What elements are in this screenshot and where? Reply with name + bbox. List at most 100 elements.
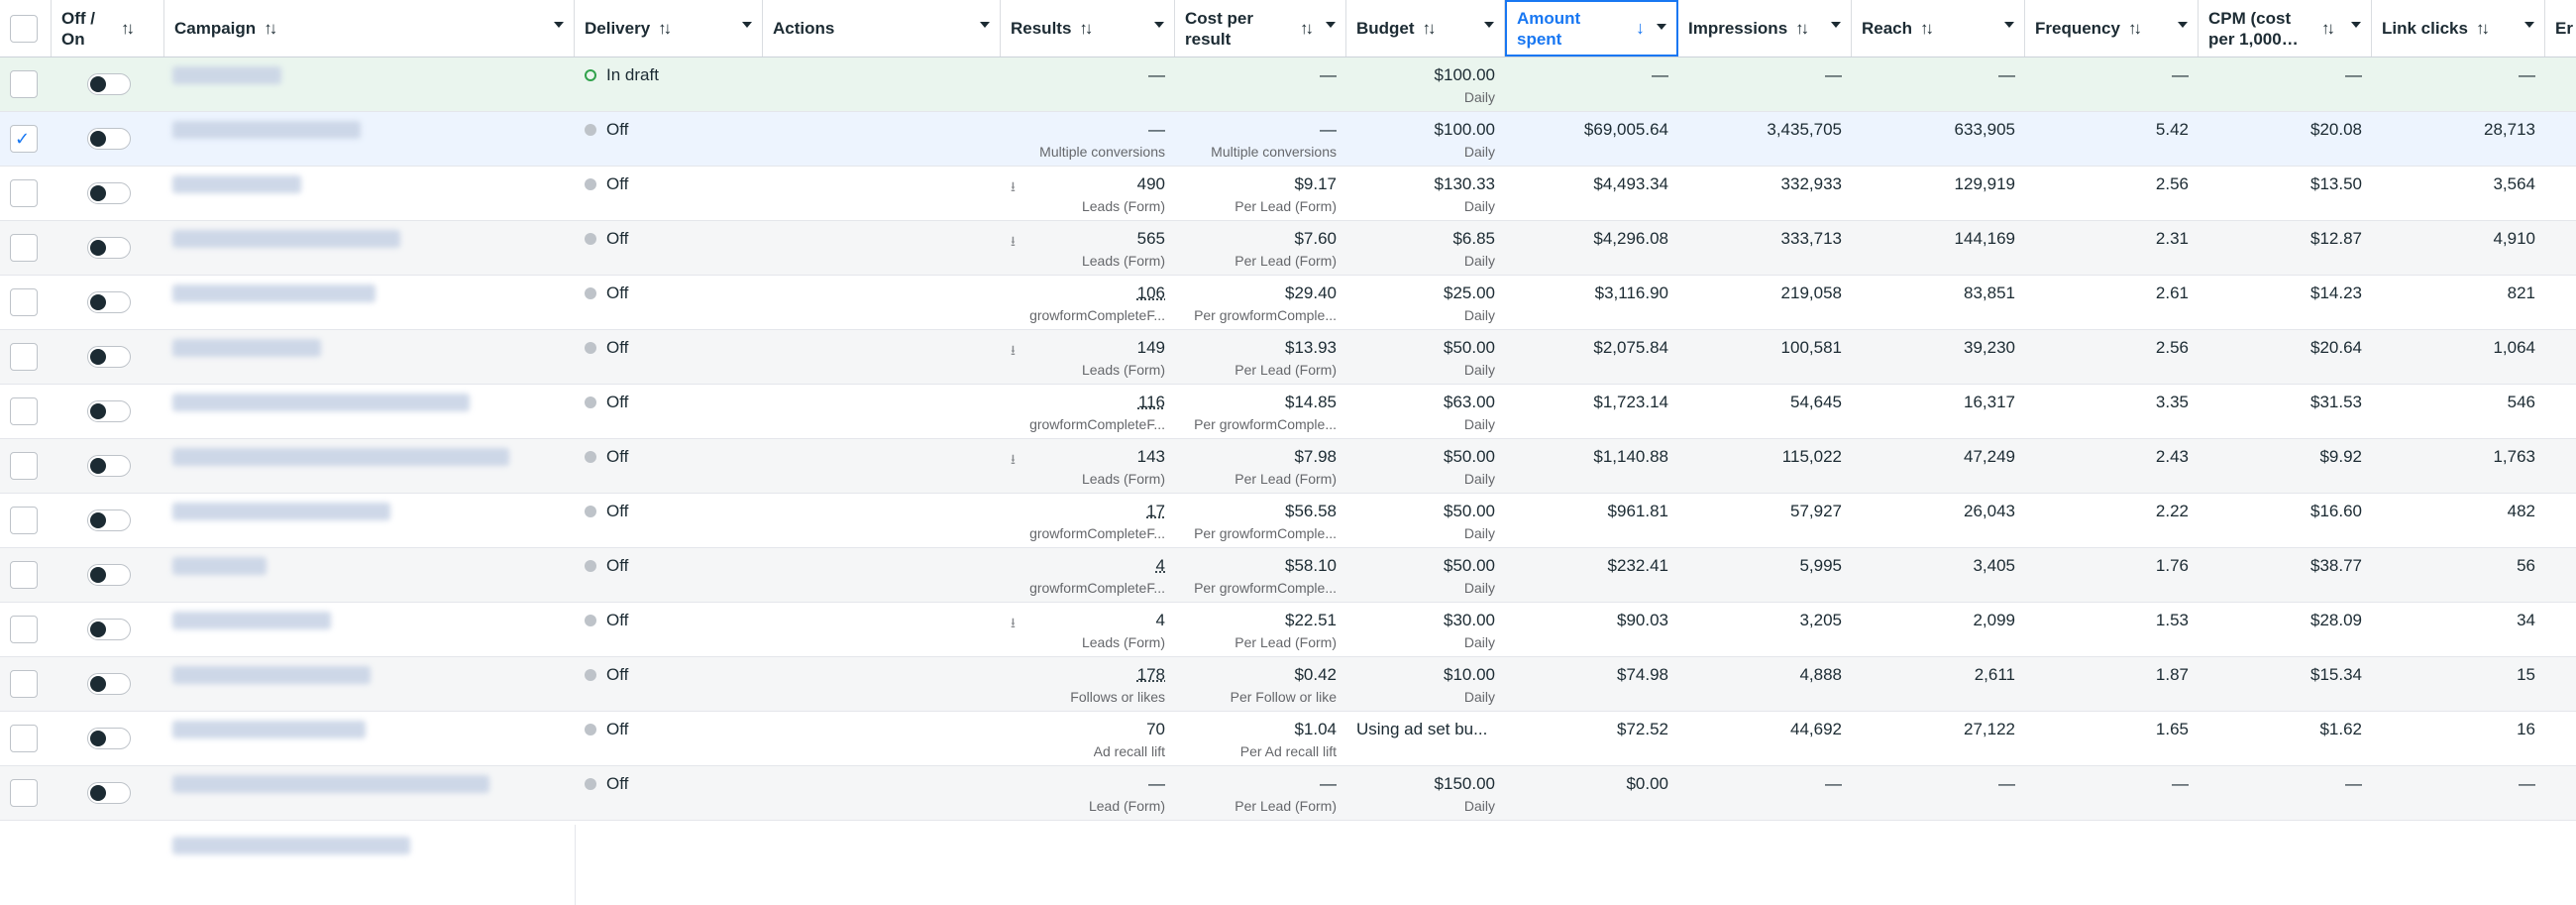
campaign-name-cell[interactable] (164, 494, 575, 547)
download-icon[interactable]: ⭳ (1011, 176, 1024, 194)
sort-icon[interactable]: ↑↓ (658, 19, 672, 39)
row-checkbox[interactable] (10, 288, 38, 316)
on-off-toggle[interactable] (87, 291, 131, 313)
budget-cell[interactable]: $50.00 Daily (1346, 548, 1505, 602)
chevron-down-icon[interactable] (1326, 22, 1336, 28)
header-impressions[interactable]: Impressions ↑↓ (1678, 0, 1852, 57)
header-reach[interactable]: Reach ↑↓ (1852, 0, 2025, 57)
row-checkbox[interactable] (10, 452, 38, 480)
table-row[interactable]: Off 106 growformCompleteF... $29.40 Per grow… (0, 276, 2576, 330)
header-amount-spent[interactable]: Amount spent ↓ (1505, 0, 1678, 57)
budget-cell[interactable]: $100.00 Daily (1346, 57, 1505, 111)
table-row[interactable]: Off 116 growformCompleteF... $14.85 Per grow… (0, 385, 2576, 439)
header-campaign[interactable]: Campaign ↑↓ (164, 0, 575, 57)
campaign-name-cell[interactable] (164, 439, 575, 493)
row-checkbox[interactable] (10, 779, 38, 807)
sort-icon[interactable]: ↑↓ (1079, 19, 1093, 39)
campaign-name-cell[interactable] (164, 657, 575, 711)
row-checkbox[interactable] (10, 561, 38, 589)
on-off-toggle[interactable] (87, 237, 131, 259)
blurred-campaign-name[interactable] (172, 612, 331, 629)
blurred-campaign-name[interactable] (172, 175, 301, 193)
download-icon[interactable]: ⭳ (1011, 231, 1024, 249)
campaign-name-cell[interactable] (164, 330, 575, 384)
table-row[interactable]: Off ⭳ 143 Leads (Form) $7.98 Per Lead (Form) $… (0, 439, 2576, 494)
sort-icon[interactable]: ↑↓ (1300, 19, 1314, 39)
campaign-name-cell[interactable] (164, 112, 575, 166)
on-off-toggle[interactable] (87, 782, 131, 804)
sort-icon[interactable]: ↑↓ (2476, 19, 2490, 39)
campaign-name-cell[interactable] (164, 548, 575, 602)
sort-icon[interactable]: ↑↓ (264, 19, 277, 39)
row-checkbox[interactable]: ✓ (10, 125, 38, 153)
on-off-toggle[interactable] (87, 509, 131, 531)
blurred-campaign-name[interactable] (172, 721, 366, 738)
sort-icon[interactable]: ↑↓ (1920, 19, 1934, 39)
sort-icon[interactable]: ↑↓ (2321, 19, 2335, 39)
chevron-down-icon[interactable] (2004, 22, 2014, 28)
header-toggle[interactable]: Off / On ↑↓ (52, 0, 164, 57)
header-link-clicks[interactable]: Link clicks ↑↓ (2372, 0, 2545, 57)
sort-icon[interactable]: ↑↓ (1423, 19, 1437, 39)
header-delivery[interactable]: Delivery ↑↓ (575, 0, 763, 57)
on-off-toggle[interactable] (87, 346, 131, 368)
arrow-down-icon[interactable]: ↓ (1636, 18, 1645, 39)
budget-cell[interactable]: $6.85 Daily (1346, 221, 1505, 275)
table-row[interactable]: Off ⭳ 149 Leads (Form) $13.93 Per Lead (Form)… (0, 330, 2576, 385)
download-icon[interactable]: ⭳ (1011, 613, 1024, 630)
campaign-name-cell[interactable] (164, 385, 575, 438)
on-off-toggle[interactable] (87, 400, 131, 422)
blurred-campaign-name[interactable] (172, 666, 371, 684)
on-off-toggle[interactable] (87, 728, 131, 749)
blurred-campaign-name[interactable] (172, 66, 281, 84)
download-icon[interactable]: ⭳ (1011, 340, 1024, 358)
budget-cell[interactable]: $25.00 Daily (1346, 276, 1505, 329)
blurred-campaign-name[interactable] (172, 448, 509, 466)
on-off-toggle[interactable] (87, 455, 131, 477)
budget-cell[interactable]: $63.00 Daily (1346, 385, 1505, 438)
header-extra[interactable]: Er (2545, 0, 2576, 57)
blurred-campaign-name[interactable] (172, 775, 489, 793)
blurred-campaign-name[interactable] (172, 284, 376, 302)
budget-cell[interactable]: $150.00 Daily (1346, 766, 1505, 820)
row-checkbox[interactable] (10, 507, 38, 534)
row-checkbox[interactable] (10, 397, 38, 425)
budget-cell[interactable]: $50.00 Daily (1346, 439, 1505, 493)
campaign-name-cell[interactable] (164, 276, 575, 329)
select-all-checkbox[interactable] (10, 14, 38, 43)
table-row[interactable]: Off 70 Ad recall lift $1.04 Per Ad recall li… (0, 712, 2576, 766)
budget-cell[interactable]: Using ad set bu... (1346, 712, 1505, 765)
chevron-down-icon[interactable] (1484, 22, 1494, 28)
header-budget[interactable]: Budget ↑↓ (1346, 0, 1505, 57)
table-row[interactable]: Off ⭳ 565 Leads (Form) $7.60 Per Lead (Form) $… (0, 221, 2576, 276)
row-checkbox[interactable] (10, 70, 38, 98)
on-off-toggle[interactable] (87, 619, 131, 640)
sort-icon[interactable]: ↑↓ (1795, 19, 1809, 39)
on-off-toggle[interactable] (87, 182, 131, 204)
blurred-campaign-name[interactable] (172, 121, 361, 139)
chevron-down-icon[interactable] (2351, 22, 2361, 28)
campaign-name-cell[interactable] (164, 603, 575, 656)
on-off-toggle[interactable] (87, 128, 131, 150)
campaign-name-cell[interactable] (164, 221, 575, 275)
header-cost-per-result[interactable]: Cost per result ↑↓ (1175, 0, 1346, 57)
chevron-down-icon[interactable] (2524, 22, 2534, 28)
campaign-name-cell[interactable] (164, 766, 575, 820)
blurred-campaign-name[interactable] (172, 339, 321, 357)
row-checkbox[interactable] (10, 234, 38, 262)
download-icon[interactable]: ⭳ (1011, 449, 1024, 467)
header-results[interactable]: Results ↑↓ (1001, 0, 1175, 57)
campaign-name-cell[interactable] (164, 712, 575, 765)
budget-cell[interactable]: $100.00 Daily (1346, 112, 1505, 166)
budget-cell[interactable]: $10.00 Daily (1346, 657, 1505, 711)
row-checkbox[interactable] (10, 179, 38, 207)
sort-icon[interactable]: ↑↓ (121, 19, 135, 39)
chevron-down-icon[interactable] (554, 22, 564, 28)
budget-cell[interactable]: $130.33 Daily (1346, 167, 1505, 220)
blurred-campaign-name[interactable] (172, 503, 390, 520)
budget-cell[interactable]: $50.00 Daily (1346, 494, 1505, 547)
header-cpm[interactable]: CPM (cost per 1,000… ↑↓ (2199, 0, 2372, 57)
table-row[interactable]: Off 4 growformCompleteF... $58.10 Per growfo… (0, 548, 2576, 603)
chevron-down-icon[interactable] (1831, 22, 1841, 28)
chevron-down-icon[interactable] (980, 22, 990, 28)
